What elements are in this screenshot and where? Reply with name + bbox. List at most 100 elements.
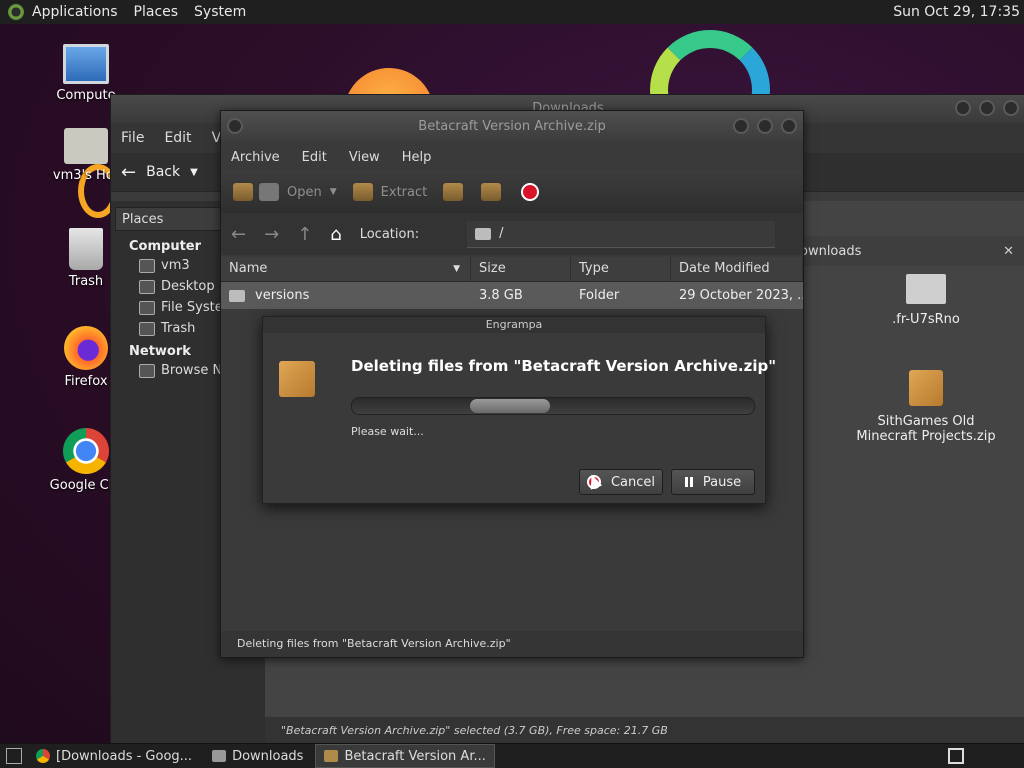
bottom-taskbar: [Downloads - Goog... Downloads Betacraft…: [0, 743, 1024, 768]
sidebar-item-label: File Syster: [161, 300, 229, 315]
column-header-type[interactable]: Type: [571, 257, 671, 281]
files-statusbar: "Betacraft Version Archive.zip" selected…: [265, 717, 1024, 745]
close-button[interactable]: [781, 118, 797, 134]
files-window-controls: [955, 100, 1019, 116]
cell-date: 29 October 2023, ...: [679, 288, 803, 303]
home-folder-icon: [64, 128, 108, 164]
engrampa-title: Betacraft Version Archive.zip: [418, 119, 606, 134]
clock[interactable]: Sun Oct 29, 17:35: [893, 4, 1020, 20]
engrampa-location-bar: ← → ↑ ⌂ Location: /: [221, 213, 803, 255]
stop-icon[interactable]: [521, 183, 540, 201]
minimize-button[interactable]: [955, 100, 971, 116]
network-icon: [139, 363, 155, 378]
sidebar-item-label: Trash: [161, 321, 196, 336]
cancel-label: Cancel: [610, 474, 656, 490]
open-icon: [259, 183, 279, 201]
file-item-label: .fr-U7sRno: [892, 312, 960, 327]
folder-icon: [475, 227, 492, 240]
pause-icon: [684, 477, 693, 487]
archive-icon: [324, 750, 339, 762]
back-arrow-icon: ←: [121, 161, 137, 183]
progress-dialog: Engrampa Deleting files from "Betacraft …: [262, 316, 776, 504]
sidebar-item-label: Browse N: [161, 363, 223, 378]
taskbar-item-label: Downloads: [232, 748, 304, 764]
progress-bar: [351, 397, 755, 415]
minimize-button[interactable]: [733, 118, 749, 134]
table-row[interactable]: versions 3.8 GB Folder 29 October 2023, …: [221, 282, 803, 310]
back-arrow-icon[interactable]: ←: [231, 224, 246, 245]
window-menu-button[interactable]: [227, 118, 243, 134]
menu-places[interactable]: Places: [134, 4, 179, 20]
add-folder-icon[interactable]: [481, 183, 502, 201]
firefox-icon: [64, 326, 108, 370]
cell-type: Folder: [579, 288, 620, 303]
menu-edit[interactable]: Edit: [302, 150, 327, 165]
downloads-pane-title: ownloads: [800, 243, 862, 259]
menu-help[interactable]: Help: [402, 150, 432, 165]
trash-icon: [139, 321, 155, 336]
location-label: Location:: [359, 226, 420, 242]
chevron-down-icon: ▼: [329, 187, 337, 197]
menu-file[interactable]: File: [121, 130, 144, 146]
menu-edit[interactable]: Edit: [164, 130, 191, 146]
archive-icon: [909, 370, 943, 406]
downloads-pane-header: ownloads ✕: [800, 236, 1024, 266]
taskbar-item-downloads[interactable]: Downloads: [204, 745, 311, 767]
cell-name: versions: [221, 282, 471, 310]
system-logo-icon[interactable]: [8, 4, 24, 20]
engrampa-window-controls: [733, 118, 797, 134]
archive-icon: [279, 361, 315, 397]
add-files-icon[interactable]: [443, 183, 464, 201]
workspace-switcher-icon[interactable]: [948, 748, 964, 764]
menu-applications[interactable]: Applications: [32, 4, 118, 20]
computer-icon: [63, 44, 109, 84]
file-item-label: SithGames Old Minecraft Projects.zip: [856, 414, 996, 444]
engrampa-menubar: Archive Edit View Help: [221, 143, 803, 171]
home-icon: [139, 258, 155, 273]
sidebar-item-label: Desktop: [161, 279, 215, 294]
dialog-wait-text: Please wait...: [351, 425, 424, 438]
sidebar-item-label: vm3: [161, 258, 190, 273]
chrome-icon: [36, 749, 50, 763]
open-label: Open: [287, 184, 322, 200]
file-item-zip[interactable]: SithGames Old Minecraft Projects.zip: [846, 370, 1006, 444]
location-field[interactable]: /: [467, 220, 776, 248]
column-label: Size: [479, 261, 506, 276]
maximize-button[interactable]: [757, 118, 773, 134]
up-arrow-icon[interactable]: ↑: [297, 224, 312, 245]
column-header-date[interactable]: Date Modified: [671, 257, 803, 281]
show-desktop-icon[interactable]: [6, 748, 22, 764]
file-item-folder[interactable]: .fr-U7sRno: [846, 274, 1006, 327]
taskbar-item-chrome[interactable]: [Downloads - Goog...: [28, 745, 200, 767]
engrampa-titlebar[interactable]: Betacraft Version Archive.zip: [221, 111, 803, 143]
column-header-size[interactable]: Size: [471, 257, 571, 281]
pause-button[interactable]: Pause: [671, 469, 755, 495]
open-button[interactable]: Open ▼: [259, 183, 337, 201]
menu-archive[interactable]: Archive: [231, 150, 280, 165]
close-icon[interactable]: ✕: [1003, 244, 1014, 259]
cell-name-text: versions: [255, 288, 310, 303]
extract-button[interactable]: Extract: [352, 183, 427, 201]
folder-icon: [229, 290, 245, 302]
maximize-button[interactable]: [979, 100, 995, 116]
chevron-down-icon: ▼: [190, 166, 198, 178]
taskbar-item-engrampa[interactable]: Betacraft Version Ar...: [315, 744, 495, 768]
trash-icon: [69, 228, 103, 270]
menu-system[interactable]: System: [194, 4, 246, 20]
chrome-icon: [63, 428, 109, 474]
new-archive-icon[interactable]: [233, 183, 253, 201]
column-header-name[interactable]: Name ▼: [221, 257, 471, 281]
back-label: Back: [146, 164, 181, 180]
desktop-icon: [139, 279, 155, 294]
cell-size: 3.8 GB: [479, 288, 523, 303]
pause-label: Pause: [702, 474, 742, 490]
file-list-header: Name ▼ Size Type Date Modified: [221, 257, 803, 282]
back-button[interactable]: ← Back ▼: [121, 162, 198, 183]
sort-down-icon: ▼: [453, 264, 460, 274]
progress-pulse: [470, 399, 550, 413]
close-button[interactable]: [1003, 100, 1019, 116]
menu-view[interactable]: View: [349, 150, 380, 165]
home-icon[interactable]: ⌂: [330, 224, 341, 245]
engrampa-statusbar: Deleting files from "Betacraft Version A…: [221, 631, 803, 657]
forward-arrow-icon[interactable]: →: [264, 224, 279, 245]
